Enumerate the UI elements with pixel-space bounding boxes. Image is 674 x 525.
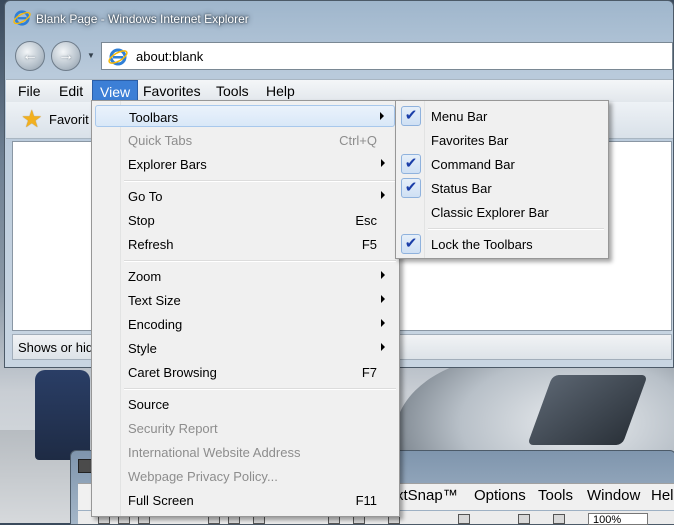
menu-item-label: Status Bar — [431, 181, 492, 196]
menu-item-label: Menu Bar — [431, 109, 488, 124]
toolbar-item-command-bar[interactable]: ✔ Command Bar — [398, 153, 606, 175]
app2-menu-window[interactable]: Window — [587, 487, 640, 504]
forward-arrow-icon: → — [58, 47, 74, 64]
back-button[interactable]: ← — [15, 41, 45, 71]
forward-button[interactable]: → — [51, 41, 81, 71]
check-icon: ✔ — [401, 178, 421, 198]
menu-item-label: Stop — [128, 213, 155, 228]
shortcut-label: Ctrl+Q — [339, 133, 377, 148]
menu-item-explorer-bars[interactable]: Explorer Bars — [95, 153, 395, 175]
menu-item-label: Style — [128, 341, 157, 356]
menu-item-toolbars[interactable]: Toolbars — [95, 105, 395, 127]
menu-item-quick-tabs[interactable]: Quick Tabs Ctrl+Q — [95, 129, 395, 151]
menu-item-encoding[interactable]: Encoding — [95, 313, 395, 335]
toolbar-item-status-bar[interactable]: ✔ Status Bar — [398, 177, 606, 199]
menu-item-label: Encoding — [128, 317, 183, 332]
favorites-star-icon[interactable]: ★ — [21, 107, 43, 133]
menu-item-label: Text Size — [128, 293, 181, 308]
menu-separator — [124, 388, 396, 390]
submenu-arrow-icon — [381, 295, 385, 303]
check-icon: ✔ — [401, 106, 421, 126]
window-title: Blank Page - Windows Internet Explorer — [36, 12, 249, 26]
view-menu: Toolbars Quick Tabs Ctrl+Q Explorer Bars… — [91, 100, 400, 517]
menu-item-text-size[interactable]: Text Size — [95, 289, 395, 311]
submenu-arrow-icon — [381, 343, 385, 351]
menu-item-stop[interactable]: Stop Esc — [95, 209, 395, 231]
submenu-arrow-icon — [381, 191, 385, 199]
menu-separator — [124, 180, 396, 182]
favorites-label[interactable]: Favorit — [49, 112, 89, 127]
menu-item-label: Command Bar — [431, 157, 515, 172]
menu-view[interactable]: View — [92, 80, 139, 102]
check-icon: ✔ — [401, 154, 421, 174]
menu-help[interactable]: Help — [259, 80, 302, 102]
ie-logo-icon — [13, 10, 31, 26]
title-bar[interactable]: Blank Page - Windows Internet Explorer — [5, 1, 673, 39]
shortcut-label: F11 — [355, 493, 377, 508]
menu-item-caret-browsing[interactable]: Caret Browsing F7 — [95, 361, 395, 383]
app2-menu-options[interactable]: Options — [474, 487, 526, 504]
toolbar-item-favorites-bar[interactable]: Favorites Bar — [398, 129, 606, 151]
menu-item-international-address[interactable]: International Website Address — [95, 441, 395, 463]
menu-item-full-screen[interactable]: Full Screen F11 — [95, 489, 395, 511]
menu-item-label: Webpage Privacy Policy... — [128, 469, 278, 484]
toolbar-item-menu-bar[interactable]: ✔ Menu Bar — [398, 105, 606, 127]
submenu-arrow-icon — [381, 319, 385, 327]
menu-item-zoom[interactable]: Zoom — [95, 265, 395, 287]
menu-item-source[interactable]: Source — [95, 393, 395, 415]
menu-edit[interactable]: Edit — [52, 80, 90, 102]
menu-item-label: Go To — [128, 189, 163, 204]
menu-item-label: Favorites Bar — [431, 133, 509, 148]
zoom-field[interactable]: 100% — [588, 513, 648, 525]
menu-tools[interactable]: Tools — [209, 80, 256, 102]
address-text: about:blank — [136, 49, 204, 64]
toolbar-item-classic-explorer-bar[interactable]: Classic Explorer Bar — [398, 201, 606, 223]
submenu-arrow-icon — [380, 112, 384, 120]
submenu-arrow-icon — [381, 159, 385, 167]
menu-item-label: Caret Browsing — [128, 365, 217, 380]
menu-item-go-to[interactable]: Go To — [95, 185, 395, 207]
ie-page-icon — [108, 48, 128, 66]
shortcut-label: F5 — [361, 237, 377, 252]
app2-menu-tools[interactable]: Tools — [538, 487, 573, 504]
toolbar-item-lock-toolbars[interactable]: ✔ Lock the Toolbars — [398, 233, 606, 255]
back-arrow-icon: ← — [22, 47, 38, 64]
submenu-arrow-icon — [381, 271, 385, 279]
menu-item-label: Full Screen — [128, 493, 194, 508]
menu-item-label: Classic Explorer Bar — [431, 205, 549, 220]
menu-bar: File Edit View Favorites Tools Help — [6, 79, 673, 102]
menu-item-label: Security Report — [128, 421, 218, 436]
shortcut-label: Esc — [355, 213, 377, 228]
menu-item-label: International Website Address — [128, 445, 301, 460]
menu-separator — [124, 260, 396, 262]
app2-menu-textsnap[interactable]: xtSnap™ — [396, 487, 458, 504]
menu-item-label: Refresh — [128, 237, 174, 252]
shortcut-label: F7 — [361, 365, 377, 380]
menu-item-label: Explorer Bars — [128, 157, 207, 172]
menu-item-label: Quick Tabs — [128, 133, 193, 148]
app-icon — [78, 459, 92, 473]
menu-favorites[interactable]: Favorites — [136, 80, 208, 102]
menu-file[interactable]: File — [11, 80, 48, 102]
menu-separator — [428, 228, 604, 230]
toolbars-submenu: ✔ Menu Bar Favorites Bar ✔ Command Bar ✔… — [395, 100, 609, 259]
app2-menu-help[interactable]: Help — [651, 487, 674, 504]
menu-item-label: Lock the Toolbars — [431, 237, 533, 252]
check-icon: ✔ — [401, 234, 421, 254]
status-text: Shows or hid — [18, 340, 94, 355]
menu-item-label: Zoom — [128, 269, 162, 284]
menu-item-label: Source — [128, 397, 170, 412]
recent-pages-dropdown-icon[interactable]: ▼ — [87, 51, 95, 60]
menu-item-security-report[interactable]: Security Report — [95, 417, 395, 439]
menu-item-privacy-policy[interactable]: Webpage Privacy Policy... — [95, 465, 395, 487]
menu-item-label: Toolbars — [129, 110, 179, 125]
menu-item-style[interactable]: Style — [95, 337, 395, 359]
menu-item-refresh[interactable]: Refresh F5 — [95, 233, 395, 255]
address-bar[interactable]: about:blank — [101, 42, 673, 70]
background-person — [35, 370, 90, 460]
